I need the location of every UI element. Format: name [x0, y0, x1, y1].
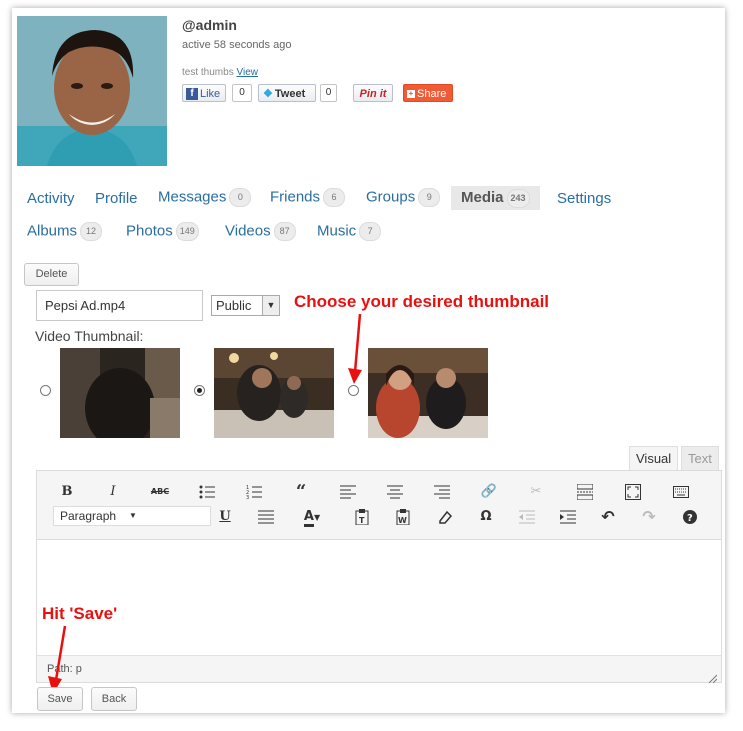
- align-left-icon[interactable]: [338, 482, 358, 502]
- underline-icon[interactable]: U: [215, 507, 235, 527]
- annotation-arrow-icon: [48, 625, 67, 694]
- annotation-arrow-icon: [348, 313, 362, 384]
- nav-groups[interactable]: Groups 9: [366, 188, 441, 207]
- text-color-icon[interactable]: A▼: [299, 507, 325, 527]
- resize-handle-icon[interactable]: [707, 670, 718, 684]
- italic-icon[interactable]: I: [103, 482, 123, 502]
- subnav-music[interactable]: Music 7: [317, 222, 382, 241]
- twitter-icon: ❖: [263, 88, 273, 100]
- avatar[interactable]: [17, 16, 167, 166]
- nav-activity[interactable]: Activity: [27, 190, 75, 207]
- back-button[interactable]: Back: [91, 687, 137, 711]
- thumbnail-radio-1[interactable]: [40, 385, 51, 396]
- svg-text:T: T: [359, 516, 365, 525]
- count-badge: 9: [418, 188, 441, 207]
- tweet-count: 0: [320, 84, 337, 102]
- subnav-albums[interactable]: Albums 12: [27, 222, 103, 241]
- paste-text-icon[interactable]: T: [352, 507, 372, 527]
- editor-toolbar: B I ABC 123 “ 🔗 ✂ Paragraph ▼ U A▼ T W Ω…: [37, 471, 721, 540]
- tab-text[interactable]: Text: [681, 446, 719, 470]
- paragraph-format-select[interactable]: Paragraph ▼: [53, 506, 211, 526]
- fullscreen-icon[interactable]: [623, 482, 643, 502]
- justify-icon[interactable]: [256, 507, 276, 527]
- unlink-icon[interactable]: ✂: [526, 482, 546, 502]
- nav-media[interactable]: Media 243: [451, 186, 540, 210]
- status-view-link[interactable]: View: [236, 67, 258, 78]
- nav-messages[interactable]: Messages 0: [158, 188, 252, 207]
- redo-icon[interactable]: ↷: [639, 507, 659, 527]
- indent-icon[interactable]: [558, 507, 578, 527]
- media-title-input[interactable]: [36, 290, 203, 321]
- bold-icon[interactable]: B: [57, 482, 77, 502]
- delete-button[interactable]: Delete: [24, 263, 79, 286]
- nav-settings[interactable]: Settings: [557, 190, 611, 207]
- plus-icon: +: [407, 89, 415, 99]
- thumbnail-image-2[interactable]: [214, 348, 334, 438]
- count-badge: 87: [273, 222, 296, 241]
- content-editor[interactable]: B I ABC 123 “ 🔗 ✂ Paragraph ▼ U A▼ T W Ω…: [36, 470, 722, 684]
- svg-text:W: W: [398, 516, 407, 525]
- thumbnail-radio-2[interactable]: [194, 385, 205, 396]
- special-character-icon[interactable]: Ω: [476, 507, 496, 527]
- caret-down-icon: ▼: [129, 511, 137, 520]
- svg-text:?: ?: [687, 513, 693, 524]
- paste-word-icon[interactable]: W: [393, 507, 413, 527]
- facebook-like-button[interactable]: f Like: [182, 84, 226, 102]
- bullet-list-icon[interactable]: [197, 482, 217, 502]
- tweet-button[interactable]: ❖ Tweet: [258, 84, 316, 102]
- nav-profile[interactable]: Profile: [95, 190, 138, 207]
- nav-friends[interactable]: Friends 6: [270, 188, 346, 207]
- count-badge: 243: [506, 188, 530, 208]
- undo-icon[interactable]: ↶: [598, 507, 618, 527]
- strikethrough-icon[interactable]: ABC: [150, 482, 170, 502]
- eraser-icon[interactable]: [435, 507, 455, 527]
- read-more-icon[interactable]: [575, 482, 595, 502]
- chevron-down-icon: ▼: [262, 296, 279, 315]
- thumbnail-image-1[interactable]: [60, 348, 180, 438]
- username[interactable]: @admin: [182, 17, 237, 33]
- last-active: active 58 seconds ago: [182, 39, 292, 51]
- thumbnail-radio-3[interactable]: [348, 385, 359, 396]
- facebook-icon: f: [186, 88, 198, 100]
- save-button[interactable]: Save: [37, 687, 83, 711]
- blockquote-icon[interactable]: “: [291, 482, 311, 502]
- thumbnail-hint-annotation: Choose your desired thumbnail: [294, 292, 550, 311]
- align-center-icon[interactable]: [385, 482, 405, 502]
- link-icon[interactable]: 🔗: [479, 482, 499, 502]
- privacy-select[interactable]: Public ▼: [211, 295, 280, 316]
- thumbnail-image-3[interactable]: [368, 348, 488, 438]
- like-count: 0: [232, 84, 252, 102]
- count-badge: 7: [359, 222, 382, 241]
- svg-text:3: 3: [246, 495, 249, 500]
- video-thumbnail-label: Video Thumbnail:: [35, 328, 144, 344]
- numbered-list-icon[interactable]: 123: [244, 482, 264, 502]
- status-text: test thumbs: [182, 67, 234, 78]
- count-badge: 149: [175, 222, 199, 241]
- count-badge: 12: [80, 222, 103, 241]
- align-right-icon[interactable]: [432, 482, 452, 502]
- pinterest-button[interactable]: Pin it: [353, 84, 393, 102]
- save-hint-annotation: Hit 'Save': [42, 604, 118, 623]
- help-icon[interactable]: ?: [680, 507, 700, 527]
- count-badge: 0: [229, 188, 252, 207]
- outdent-icon[interactable]: [517, 507, 537, 527]
- subnav-videos[interactable]: Videos 87: [225, 222, 296, 241]
- tab-visual[interactable]: Visual: [629, 446, 679, 470]
- count-badge: 6: [323, 188, 346, 207]
- keyboard-icon[interactable]: [671, 482, 691, 502]
- latest-status: test thumbs View: [182, 67, 258, 78]
- share-button[interactable]: + Share: [403, 84, 453, 102]
- editor-path-bar: Path: p: [37, 655, 721, 682]
- subnav-photos[interactable]: Photos 149: [126, 222, 199, 241]
